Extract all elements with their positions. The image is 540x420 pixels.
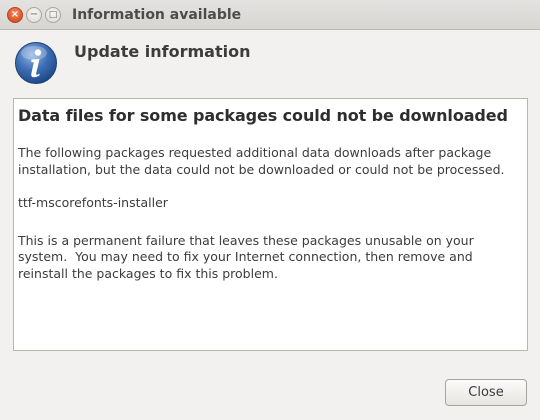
close-button[interactable]: Close bbox=[445, 379, 527, 406]
dialog-window: × − □ Information available Update infor… bbox=[0, 0, 540, 420]
title-bar: × − □ Information available bbox=[0, 0, 540, 30]
details-paragraph-1: The following packages requested additio… bbox=[18, 145, 505, 177]
window-minimize-button[interactable]: − bbox=[26, 7, 42, 23]
window-close-button[interactable]: × bbox=[7, 7, 23, 23]
close-icon: × bbox=[10, 9, 20, 20]
window-maximize-button[interactable]: □ bbox=[45, 7, 61, 23]
details-title: Data files for some packages could not b… bbox=[18, 106, 508, 125]
window-title: Information available bbox=[72, 7, 242, 23]
details-paragraph-2: This is a permanent failure that leaves … bbox=[18, 232, 478, 281]
dialog-heading: Update information bbox=[74, 42, 251, 61]
maximize-icon: □ bbox=[48, 9, 58, 20]
minimize-icon: − bbox=[29, 9, 39, 20]
details-text-area[interactable]: Data files for some packages could not b… bbox=[13, 98, 528, 351]
package-name: ttf-mscorefonts-installer bbox=[18, 195, 168, 210]
information-icon bbox=[15, 42, 57, 84]
